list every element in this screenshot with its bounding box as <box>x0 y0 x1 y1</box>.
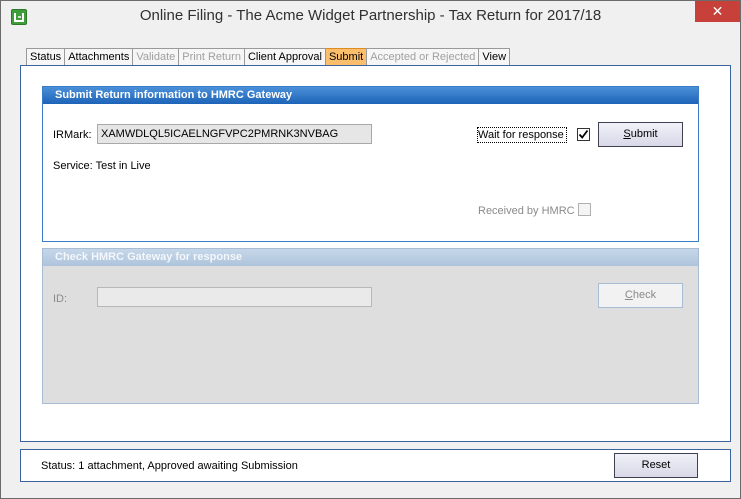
id-label: ID: <box>53 293 68 305</box>
check-button: Check <box>598 283 683 308</box>
reset-button-label: Reset <box>641 459 671 471</box>
tab-submit[interactable]: Submit <box>324 48 368 65</box>
submit-return-group: Submit Return information to HMRC Gatewa… <box>42 86 699 242</box>
title-bar[interactable]: Online Filing - The Acme Widget Partners… <box>1 1 740 32</box>
tab-attachments[interactable]: Attachments <box>64 48 134 65</box>
submit-button-label: Submit <box>623 128 658 140</box>
wait-for-response-label[interactable]: Wait for response <box>478 129 564 141</box>
close-icon: ✕ <box>711 3 724 19</box>
received-by-hmrc-label: Received by HMRC <box>478 205 575 217</box>
reset-button[interactable]: Reset <box>614 453 698 478</box>
check-button-label: Check <box>624 289 657 301</box>
status-text: Status: 1 attachment, Approved awaiting … <box>41 460 298 472</box>
submit-button[interactable]: Submit <box>598 122 683 147</box>
check-group-header: Check HMRC Gateway for response <box>43 249 698 266</box>
submit-group-header: Submit Return information to HMRC Gatewa… <box>43 87 698 104</box>
tab-accepted-or-rejected: Accepted or Rejected <box>366 48 480 65</box>
id-field <box>97 287 372 307</box>
status-bar: Status: 1 attachment, Approved awaiting … <box>20 449 731 482</box>
online-filing-window: Online Filing - The Acme Widget Partners… <box>0 0 741 499</box>
window-title: Online Filing - The Acme Widget Partners… <box>139 7 602 24</box>
close-button[interactable]: ✕ <box>695 1 740 22</box>
irmark-field[interactable]: XAMWDLQL5ICAELNGFVPC2PMRNK3NVBAG <box>97 124 372 144</box>
wait-for-response-checkbox[interactable] <box>577 128 590 141</box>
tab-view[interactable]: View <box>478 48 511 65</box>
tab-client-approval[interactable]: Client Approval <box>243 48 326 65</box>
service-text: Service: Test in Live <box>53 160 151 172</box>
tab-validate: Validate <box>132 48 180 65</box>
tab-print-return: Print Return <box>178 48 245 65</box>
tab-status[interactable]: Status <box>26 48 66 65</box>
dialog-content: Status Attachments Validate Print Return Cli… <box>9 32 732 491</box>
submit-tab-panel: Submit Return information to HMRC Gatewa… <box>20 65 731 442</box>
checkmark-icon <box>578 129 589 139</box>
received-by-hmrc-checkbox <box>578 203 591 216</box>
tab-strip: Status Attachments Validate Print Return Cli… <box>26 48 511 65</box>
check-gateway-group: Check HMRC Gateway for response ID: Chec… <box>42 248 699 404</box>
irmark-label: IRMark: <box>53 129 92 141</box>
